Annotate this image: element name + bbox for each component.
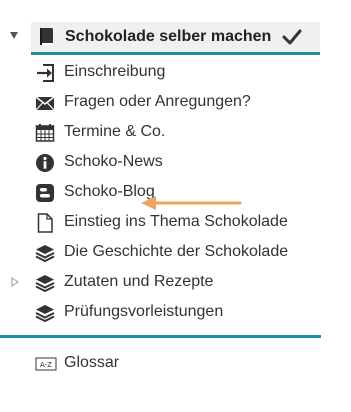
nav-item-label: Prüfungsvorleistungen: [64, 303, 224, 320]
glossary-icon: A-Z: [35, 354, 57, 374]
nav-item-einschreibung[interactable]: Einschreibung: [31, 57, 321, 87]
envelope-icon: [35, 93, 55, 113]
nav-item-glossar[interactable]: A-Z Glossar: [31, 348, 321, 378]
calendar-icon: [35, 123, 55, 143]
course-root-row: Schokolade selber machen: [0, 22, 320, 55]
annotation-arrow-icon: [140, 195, 244, 211]
nav-item-label: Termine & Co.: [64, 123, 166, 140]
expand-triangle-icon[interactable]: [11, 277, 19, 287]
course-title: Schokolade selber machen: [65, 28, 272, 45]
nav-item-label: Zutaten und Rezepte: [64, 273, 214, 290]
info-icon: [35, 153, 55, 173]
book-icon: [37, 27, 57, 47]
collapse-triangle-icon[interactable]: [9, 30, 19, 40]
layers-icon: [35, 273, 55, 293]
svg-text:A-Z: A-Z: [40, 361, 52, 369]
nav-item-label: Einstieg ins Thema Schokolade: [64, 213, 288, 230]
course-root-item[interactable]: Schokolade selber machen: [31, 22, 320, 55]
nav-item-label: Einschreibung: [64, 63, 166, 80]
nav-item-zutaten[interactable]: Zutaten und Rezepte: [31, 267, 321, 297]
nav-item-label: Fragen oder Anregungen?: [64, 93, 251, 110]
nav-item-termine[interactable]: Termine & Co.: [31, 117, 321, 147]
course-navigation: Schokolade selber machen Einschreibung F…: [0, 0, 351, 412]
nav-item-fragen[interactable]: Fragen oder Anregungen?: [31, 87, 321, 117]
nav-item-label: Die Geschichte der Schokolade: [64, 243, 289, 260]
enrollment-icon: [35, 63, 55, 83]
nav-item-geschichte[interactable]: Die Geschichte der Schokolade: [31, 237, 321, 267]
nav-item-label: Schoko-News: [64, 153, 163, 170]
layers-icon: [35, 243, 55, 263]
checkmark-icon: [282, 27, 302, 47]
nav-item-schoko-news[interactable]: Schoko-News: [31, 147, 321, 177]
blog-icon: [35, 183, 55, 203]
section-divider: [0, 335, 321, 338]
nav-item-pruefungsvorleistungen[interactable]: Prüfungsvorleistungen: [31, 297, 321, 327]
document-icon: [35, 213, 55, 233]
layers-icon: [35, 303, 55, 323]
nav-item-einstieg[interactable]: Einstieg ins Thema Schokolade: [31, 207, 321, 237]
nav-item-label: Glossar: [64, 354, 120, 371]
